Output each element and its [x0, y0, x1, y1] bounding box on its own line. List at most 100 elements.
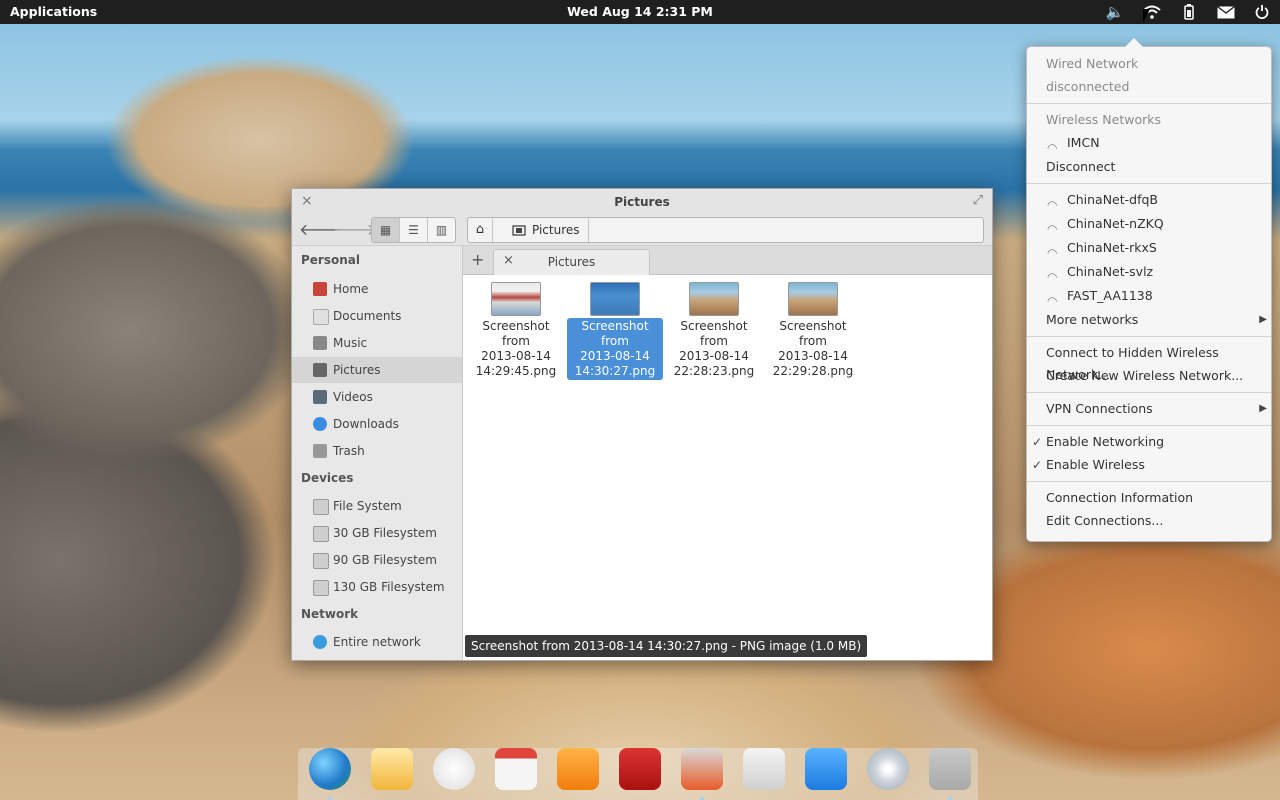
- disconnect-item[interactable]: Disconnect: [1027, 156, 1271, 178]
- power-icon[interactable]: [1251, 3, 1273, 21]
- tab-pictures[interactable]: × Pictures: [493, 249, 650, 275]
- settings-icon[interactable]: [743, 748, 785, 790]
- sidebar-item-90gb[interactable]: 90 GB Filesystem: [292, 547, 462, 573]
- wired-network-status: disconnected: [1046, 79, 1130, 94]
- sidebar-item-downloads[interactable]: Downloads: [292, 411, 462, 437]
- sidebar-item-30gb[interactable]: 30 GB Filesystem: [292, 520, 462, 546]
- file-name: Screenshot from 2013-08-14 14:29:45.png: [475, 319, 557, 378]
- trash-icon: [313, 444, 327, 458]
- network-icon: [313, 635, 327, 649]
- photos-icon[interactable]: [681, 748, 723, 790]
- breadcrumb-pictures[interactable]: Pictures: [504, 218, 589, 242]
- forward-button[interactable]: 🡒: [333, 219, 376, 241]
- mouse-cursor: [1143, 9, 1150, 23]
- sidebar-item-music[interactable]: Music: [292, 330, 462, 356]
- top-panel: Applications Wed Aug 14 2:31 PM 🔈: [0, 0, 1280, 24]
- submenu-arrow-icon: ▶: [1259, 314, 1267, 325]
- column-view-button[interactable]: ▥: [428, 218, 455, 242]
- network-menu: Wired Network disconnected Wireless Netw…: [1026, 38, 1272, 542]
- icon-view-button[interactable]: ▦: [372, 218, 400, 242]
- sidebar-section-devices: Devices: [301, 471, 354, 485]
- file-item[interactable]: Screenshot from 2013-08-14 22:29:28.png: [765, 282, 861, 380]
- separator: [1027, 183, 1271, 184]
- enable-networking-item[interactable]: ✓ Enable Networking: [1027, 431, 1271, 453]
- back-button[interactable]: 🡐: [299, 219, 342, 241]
- wired-network-header: Wired Network: [1046, 56, 1139, 71]
- list-view-button[interactable]: ☰: [400, 218, 428, 242]
- separator: [1027, 336, 1271, 337]
- sidebar: Personal Home Documents Music Pictures V…: [292, 246, 463, 660]
- image-thumbnail: [689, 282, 739, 316]
- notes-icon[interactable]: [433, 748, 475, 790]
- file-item[interactable]: Screenshot from 2013-08-14 14:29:45.png: [468, 282, 564, 380]
- connection-information-item[interactable]: Connection Information: [1027, 487, 1271, 509]
- tab-label: Pictures: [547, 255, 596, 269]
- sidebar-item-home[interactable]: Home: [292, 276, 462, 302]
- breadcrumb-label: Pictures: [532, 223, 580, 237]
- downloads-icon[interactable]: [805, 748, 847, 790]
- more-networks-item[interactable]: More networks ▶: [1027, 309, 1271, 331]
- mail-icon[interactable]: [371, 748, 413, 790]
- pictures-icon: [313, 363, 327, 377]
- view-switcher: ▦ ☰ ▥: [371, 217, 456, 243]
- drive-icon: [313, 580, 329, 596]
- music-icon: [313, 336, 327, 350]
- file-name: Screenshot from 2013-08-14 14:30:27.png: [567, 318, 663, 380]
- image-thumbnail: [491, 282, 541, 316]
- file-item-selected[interactable]: Screenshot from 2013-08-14 14:30:27.png: [567, 282, 663, 380]
- network-item[interactable]: ◠ ChinaNet-dfqB: [1027, 189, 1271, 212]
- pictures-folder-icon: [512, 225, 526, 236]
- home-icon: [313, 282, 327, 296]
- file-manager-window: × Pictures ⤢ 🡐 🡒 ▦ ☰ ▥ ⌂ Pictures Person…: [291, 188, 993, 661]
- sidebar-item-videos[interactable]: Videos: [292, 384, 462, 410]
- sidebar-item-file-system[interactable]: File System: [292, 493, 462, 519]
- network-item[interactable]: ◠ FAST_AA1138: [1027, 285, 1271, 308]
- documents-icon: [313, 309, 329, 325]
- file-name: Screenshot from 2013-08-14 22:29:28.png: [772, 319, 854, 378]
- network-item-imcn[interactable]: ◠ IMCN: [1027, 132, 1271, 155]
- separator: [1027, 103, 1271, 104]
- network-item[interactable]: ◠ ChinaNet-nZKQ: [1027, 213, 1271, 236]
- window-title: Pictures: [614, 195, 670, 209]
- network-item[interactable]: ◠ ChinaNet-svlz: [1027, 261, 1271, 284]
- hidden-network-item[interactable]: Connect to Hidden Wireless Network...: [1027, 342, 1271, 382]
- edit-connections-item[interactable]: Edit Connections...: [1027, 510, 1271, 532]
- music-icon[interactable]: [557, 748, 599, 790]
- wireless-networks-header: Wireless Networks: [1046, 112, 1161, 127]
- title-bar[interactable]: × Pictures ⤢: [292, 189, 992, 215]
- browser-icon[interactable]: [309, 748, 351, 790]
- sidebar-item-documents[interactable]: Documents: [292, 303, 462, 329]
- vpn-connections-item[interactable]: VPN Connections ▶: [1027, 398, 1271, 420]
- check-icon: ✓: [1032, 435, 1043, 449]
- separator: [1027, 392, 1271, 393]
- enable-wireless-item[interactable]: ✓ Enable Wireless: [1027, 454, 1271, 476]
- drive-icon: [313, 526, 329, 542]
- separator: [1027, 481, 1271, 482]
- file-name: Screenshot from 2013-08-14 22:28:23.png: [673, 319, 755, 378]
- sidebar-item-entire-network[interactable]: Entire network: [292, 629, 462, 655]
- calendar-icon[interactable]: [495, 748, 537, 790]
- sidebar-section-network: Network: [301, 607, 359, 621]
- network-item[interactable]: ◠ ChinaNet-rkxS: [1027, 237, 1271, 260]
- sidebar-section-personal: Personal: [301, 253, 360, 267]
- sidebar-item-pictures[interactable]: Pictures: [292, 357, 462, 383]
- disc-icon[interactable]: [867, 748, 909, 790]
- mail-icon[interactable]: [1215, 3, 1237, 21]
- location-bar[interactable]: ⌂ Pictures: [467, 217, 984, 243]
- file-item[interactable]: Screenshot from 2013-08-14 22:28:23.png: [666, 282, 762, 380]
- clock[interactable]: Wed Aug 14 2:31 PM: [0, 4, 1280, 19]
- video-icon[interactable]: [619, 748, 661, 790]
- volume-icon[interactable]: 🔈: [1104, 3, 1126, 21]
- videos-icon: [313, 390, 327, 404]
- submenu-arrow-icon: ▶: [1259, 403, 1267, 414]
- maximize-icon[interactable]: ⤢: [973, 193, 983, 208]
- home-icon[interactable]: ⌂: [468, 218, 493, 242]
- new-tab-button[interactable]: +: [471, 250, 484, 269]
- sidebar-item-130gb[interactable]: 130 GB Filesystem: [292, 574, 462, 600]
- drive-icon: [313, 499, 329, 515]
- downloads-icon: [313, 417, 327, 431]
- battery-icon[interactable]: [1178, 3, 1200, 21]
- home-folder-icon[interactable]: [929, 748, 971, 790]
- create-network-item[interactable]: Create New Wireless Network...: [1027, 365, 1271, 387]
- sidebar-item-trash[interactable]: Trash: [292, 438, 462, 464]
